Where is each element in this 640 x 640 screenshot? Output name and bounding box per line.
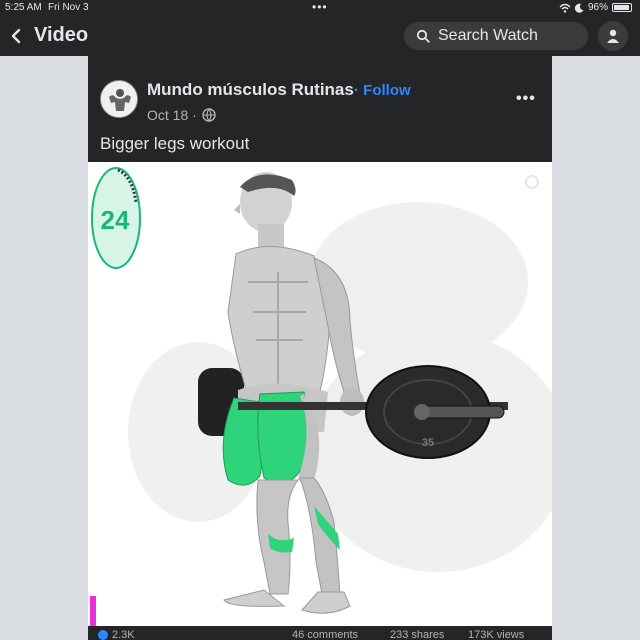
progress-marker [90,596,96,626]
battery-icon [612,3,632,12]
left-quad [222,397,264,486]
bodybuilder-logo-icon [102,82,137,117]
multitasking-dots-icon[interactable]: ••• [312,0,328,14]
view-count: 173K views [468,629,525,640]
player-overlay-icon [525,175,539,189]
post-caption: Bigger legs workout [100,134,250,153]
page-name[interactable]: Mundo músculos Rutinas [147,80,354,100]
post-stats: 2.3K 46 comments 233 shares 173K views [88,626,552,640]
moon-icon [574,3,584,13]
profile-button[interactable] [598,21,628,51]
status-indicators: 96% [559,2,632,13]
status-time: 5:25 AM [5,2,42,13]
page-title: Video [34,24,89,46]
more-options-button[interactable]: ••• [516,90,536,108]
search-icon [416,29,430,43]
status-date: Fri Nov 3 [48,2,89,13]
post-meta: Oct 18 · [147,107,216,123]
plate-weight-label: 35 [422,437,434,449]
back-button[interactable] [10,24,26,46]
watermark-illustration [128,202,552,572]
video-post: Mundo músculos Rutinas · Follow Oct 18 ·… [88,56,552,640]
battery-percent: 96% [587,2,608,13]
search-watch-input[interactable]: Search Watch [404,22,588,50]
video-frame: 24 35 [90,167,552,626]
chevron-left-icon [11,28,21,44]
reaction-count[interactable]: 2.3K [112,629,135,640]
post-date[interactable]: Oct 18 · [147,107,197,123]
page-avatar[interactable] [100,80,138,118]
timer-value: 24 [101,205,130,235]
status-bar: 5:25 AM Fri Nov 3 ••• 96% [0,0,640,16]
search-placeholder: Search Watch [438,27,538,44]
comment-count[interactable]: 46 comments [292,629,358,640]
like-icon [98,630,108,640]
wifi-icon [559,3,571,13]
globe-icon [202,108,216,122]
share-count[interactable]: 233 shares [390,629,444,640]
person-icon [607,29,619,43]
follow-button[interactable]: · Follow [354,82,411,99]
top-nav: Video Search Watch [0,16,640,56]
video-player[interactable]: 24 35 [88,162,552,626]
